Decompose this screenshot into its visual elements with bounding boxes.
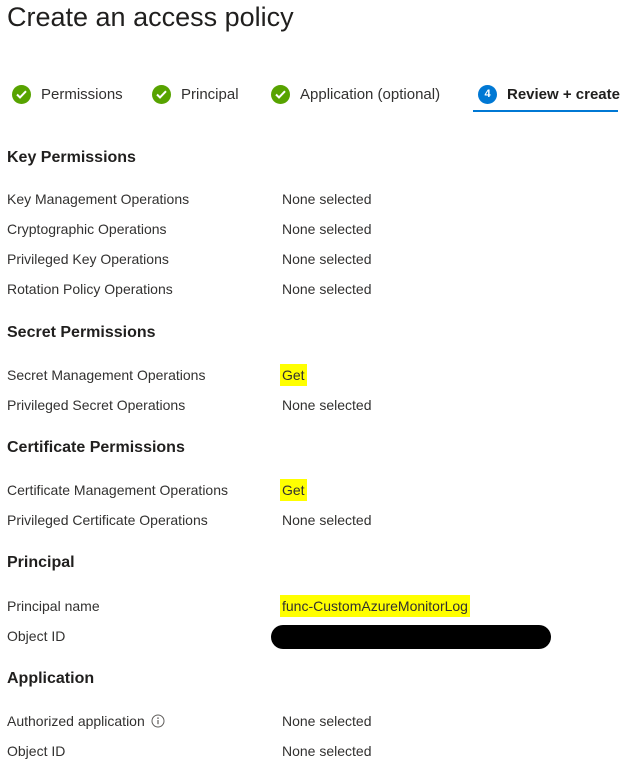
section-title-principal: Principal [7,554,75,571]
section-title-key-permissions: Key Permissions [7,149,136,166]
detail-value: None selected [282,397,372,413]
detail-label: Certificate Management Operations [7,482,228,498]
step-label: Review + create [507,85,620,103]
step-principal[interactable]: Principal [152,78,239,110]
info-icon[interactable] [151,714,165,728]
detail-row: Key Management Operations None selected [0,188,625,210]
detail-row: Principal name func-CustomAzureMonitorLo… [0,595,625,617]
detail-value: None selected [282,281,372,297]
step-label: Application (optional) [300,85,441,103]
section-title-certificate-permissions: Certificate Permissions [7,439,185,456]
detail-label: Authorized application [7,713,145,729]
step-label: Principal [181,85,239,103]
detail-value: None selected [282,191,372,207]
detail-label: Rotation Policy Operations [7,281,173,297]
detail-value: None selected [282,512,372,528]
detail-row: Cryptographic Operations None selected [0,218,625,240]
detail-label: Principal name [7,598,100,614]
detail-value: None selected [282,251,372,267]
checkmark-circle-icon [12,84,31,104]
detail-row: Secret Management Operations Get [0,364,625,386]
detail-row: Privileged Certificate Operations None s… [0,509,625,531]
redaction-mark [271,625,551,649]
active-step-indicator [473,110,618,112]
detail-label: Privileged Key Operations [7,251,169,267]
detail-row: Authorized application None selected [0,710,625,732]
detail-label: Secret Management Operations [7,367,206,383]
checkmark-circle-icon [271,84,290,104]
detail-label: Object ID [7,628,66,644]
step-label: Permissions [41,85,123,103]
detail-row: Rotation Policy Operations None selected [0,278,625,300]
detail-value: None selected [282,221,372,237]
detail-label-with-info: Authorized application [7,710,165,732]
detail-row: Certificate Management Operations Get [0,479,625,501]
detail-label: Cryptographic Operations [7,221,167,237]
step-number-badge: 4 [478,84,497,104]
detail-label: Object ID [7,743,66,759]
detail-row: Privileged Key Operations None selected [0,248,625,270]
detail-value-highlighted: func-CustomAzureMonitorLog [280,595,470,617]
detail-row: Privileged Secret Operations None select… [0,394,625,416]
detail-row: Object ID None selected [0,740,625,762]
step-permissions[interactable]: Permissions [12,78,123,110]
checkmark-circle-icon [152,84,171,104]
section-title-secret-permissions: Secret Permissions [7,324,156,341]
section-title-application: Application [7,670,95,687]
detail-value: None selected [282,743,372,759]
detail-value: None selected [282,713,372,729]
detail-label: Key Management Operations [7,191,190,207]
step-application[interactable]: Application (optional) [271,78,440,110]
detail-label: Privileged Certificate Operations [7,512,208,528]
wizard-steps: Permissions Principal Application (optio… [0,78,625,114]
page-title: Create an access policy [7,2,294,32]
detail-label: Privileged Secret Operations [7,397,186,413]
detail-value-highlighted: Get [280,364,307,386]
step-review-create[interactable]: 4 Review + create [478,78,620,110]
detail-value-highlighted: Get [280,479,307,501]
